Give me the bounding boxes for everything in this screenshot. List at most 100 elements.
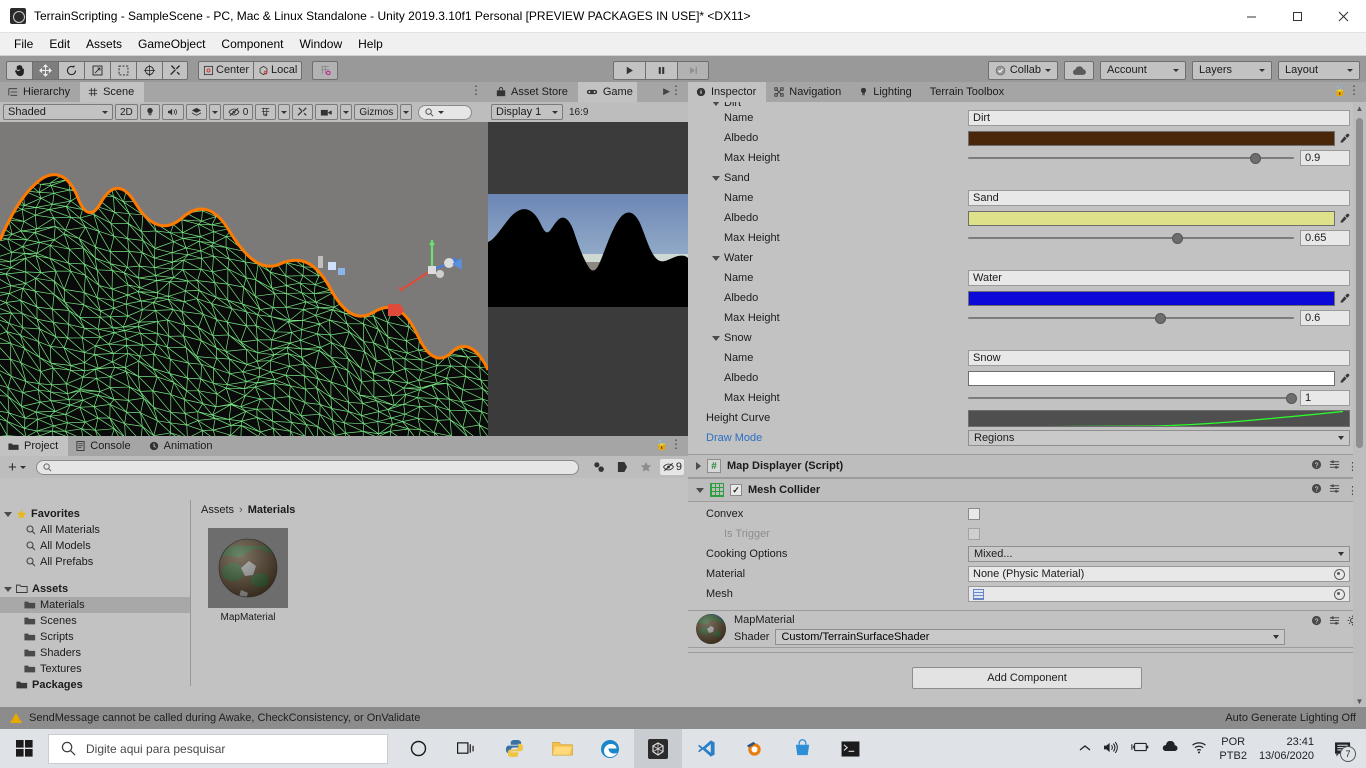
custom-editor-tool-button[interactable] (162, 60, 188, 80)
lighting-toggle-button[interactable] (139, 104, 160, 120)
language-indicator[interactable]: POR PTB2 (1219, 735, 1247, 763)
scene-viewport[interactable] (0, 122, 488, 436)
project-search-input[interactable] (35, 459, 579, 475)
tree-item-all-prefabs[interactable]: All Prefabs (0, 554, 190, 570)
eyedropper-icon[interactable] (1338, 133, 1350, 144)
display-dropdown[interactable]: Display 1 (491, 104, 563, 120)
project-lock-icon[interactable]: 🔓 (656, 440, 668, 451)
vscode-icon[interactable] (682, 729, 730, 768)
step-button[interactable] (677, 60, 709, 80)
tab-inspector[interactable]: Inspector (688, 82, 767, 102)
preset-icon[interactable] (1329, 615, 1340, 629)
pause-button[interactable] (645, 60, 677, 80)
menu-file[interactable]: File (6, 35, 41, 53)
layers-button[interactable]: Layers (1192, 60, 1272, 80)
tab-console[interactable]: Console (68, 436, 141, 456)
blender-icon[interactable] (730, 729, 778, 768)
object-picker-icon[interactable] (1334, 588, 1345, 600)
preset-icon[interactable] (1329, 483, 1340, 497)
input-region-sand-maxheight[interactable]: 0.65 (1300, 230, 1350, 246)
scene-panel-menu-icon[interactable]: ⋮ (470, 84, 482, 96)
menu-window[interactable]: Window (291, 35, 350, 53)
aspect-ratio-dropdown[interactable]: 16:9 (565, 104, 592, 120)
objectfield-mesh[interactable] (968, 586, 1350, 602)
tab-navigation[interactable]: Navigation (766, 82, 852, 102)
component-header-mesh-collider[interactable]: ✓ Mesh Collider ? ⋮ (688, 478, 1366, 502)
filter-by-type-button[interactable] (589, 459, 609, 475)
status-bar[interactable]: SendMessage cannot be called during Awak… (0, 707, 1366, 729)
tree-item-assets[interactable]: Assets (0, 581, 190, 597)
tree-item-scenes[interactable]: Scenes (0, 613, 190, 629)
eyedropper-icon[interactable] (1338, 293, 1350, 304)
tree-item-all-materials[interactable]: All Materials (0, 522, 190, 538)
coordinate-space-button[interactable]: Local (253, 60, 303, 80)
dropdown-draw-mode[interactable]: Regions (968, 430, 1350, 446)
scene-camera-dropdown-button[interactable] (340, 104, 353, 120)
checkbox-mesh-collider-enabled[interactable]: ✓ (730, 484, 742, 496)
clock[interactable]: 23:41 13/06/2020 (1259, 735, 1314, 763)
breadcrumb-materials[interactable]: Materials (248, 504, 296, 516)
tree-item-shaders[interactable]: Shaders (0, 645, 190, 661)
cortana-circle-icon[interactable] (394, 729, 442, 768)
rect-tool-button[interactable] (110, 60, 136, 80)
inspector-lock-icon[interactable]: 🔓 (1334, 86, 1346, 97)
input-region-water-name[interactable]: Water (968, 270, 1350, 286)
slider-region-sand-maxheight[interactable] (968, 231, 1294, 245)
favorite-button[interactable] (636, 459, 656, 475)
dropdown-cooking-options[interactable]: Mixed... (968, 546, 1350, 562)
layout-button[interactable]: Layout (1278, 60, 1360, 80)
gizmos-dropdown-button[interactable] (400, 104, 413, 120)
scene-tools-button[interactable] (292, 104, 314, 120)
gizmos-button[interactable]: Gizmos (354, 104, 399, 120)
help-icon[interactable]: ? (1311, 483, 1322, 497)
maximize-button[interactable] (1274, 0, 1320, 32)
input-region-dirt-name[interactable]: Dirt (968, 110, 1350, 126)
input-region-sand-name[interactable]: Sand (968, 190, 1350, 206)
close-button[interactable] (1320, 0, 1366, 32)
scene-search-input[interactable] (418, 104, 473, 120)
tree-item-textures[interactable]: Textures (0, 661, 190, 677)
game-viewport[interactable] (488, 122, 688, 436)
pivot-mode-button[interactable]: Center (198, 60, 254, 80)
battery-icon[interactable] (1131, 741, 1149, 756)
scale-tool-button[interactable] (84, 60, 110, 80)
taskbar-search-input[interactable]: Digite aqui para pesquisar (48, 733, 388, 764)
objectfield-physic-material[interactable]: None (Physic Material) (968, 566, 1350, 582)
grid-snapping-button[interactable] (312, 60, 339, 80)
object-picker-icon[interactable] (1334, 568, 1345, 580)
toggle-2d-button[interactable]: 2D (115, 104, 138, 120)
unity-icon[interactable] (634, 729, 682, 768)
tab-lighting[interactable]: Lighting (851, 82, 922, 102)
rotate-tool-button[interactable] (58, 60, 84, 80)
component-header-map-displayer[interactable]: # Map Displayer (Script) ? ⋮ (688, 454, 1366, 478)
transform-tool-button[interactable] (136, 60, 162, 80)
tab-terrain-toolbox[interactable]: Terrain Toolbox (921, 82, 1015, 102)
onedrive-icon[interactable] (1161, 740, 1179, 756)
scroll-down-icon[interactable]: ▼ (1353, 695, 1366, 707)
game-tab-overflow-icon[interactable]: ▶ (663, 86, 670, 97)
shading-mode-dropdown[interactable]: Shaded (3, 104, 113, 120)
tab-project[interactable]: Project (0, 436, 69, 456)
effects-dropdown-button[interactable] (208, 104, 221, 120)
preset-icon[interactable] (1329, 459, 1340, 473)
menu-edit[interactable]: Edit (41, 35, 78, 53)
scene-camera-button[interactable] (315, 104, 339, 120)
menu-assets[interactable]: Assets (78, 35, 130, 53)
game-panel-menu-icon[interactable]: ⋮ (670, 84, 682, 96)
region-water-foldout[interactable]: Water (688, 252, 968, 264)
scene-grid-button[interactable] (255, 104, 277, 120)
store-icon[interactable] (778, 729, 826, 768)
hidden-packages-button[interactable]: 9 (659, 459, 684, 475)
help-icon[interactable]: ? (1311, 459, 1322, 473)
create-asset-button[interactable]: + (4, 460, 26, 475)
color-swatch-snow[interactable] (968, 370, 1335, 386)
color-swatch-water[interactable] (968, 290, 1335, 306)
tab-game[interactable]: Game (577, 82, 637, 102)
slider-region-snow-maxheight[interactable] (968, 391, 1297, 405)
collab-button[interactable]: Collab (987, 60, 1058, 80)
input-region-water-maxheight[interactable]: 0.6 (1300, 310, 1350, 326)
hand-tool-button[interactable] (6, 60, 32, 80)
wifi-icon[interactable] (1191, 741, 1207, 757)
tree-item-packages[interactable]: Packages (0, 677, 190, 693)
play-button[interactable] (613, 60, 645, 80)
